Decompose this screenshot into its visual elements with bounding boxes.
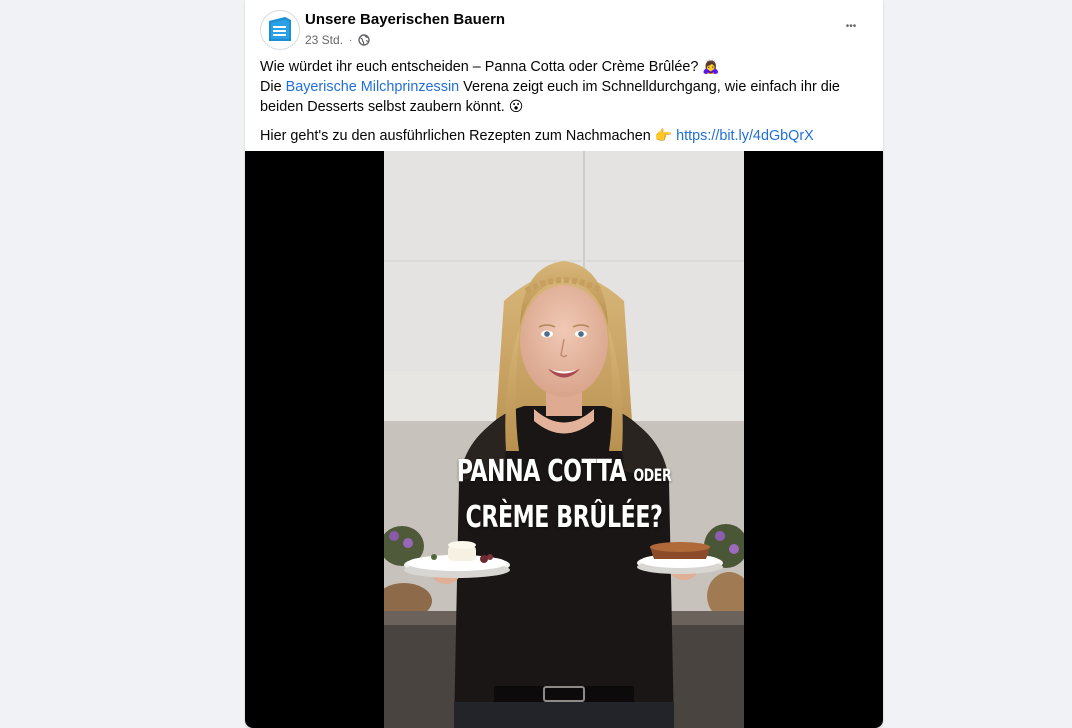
pointing-right-emoji: 👉 [654,126,673,143]
page-avatar[interactable] [260,10,300,50]
overlay-line-2: CRÈME BRÛLÉE? [465,500,663,535]
globe-icon [358,34,371,46]
meta-separator: · [349,34,353,46]
video-player[interactable]: PANNA COTTA ODER CRÈME BRÛLÉE? [245,151,883,728]
person-bowing-emoji: 🙇‍♀️ [702,58,720,74]
facebook-post: Unsere Bayerischen Bauern 23 Std. · ••• … [245,0,883,728]
brand-logo-icon [261,11,299,49]
page-name-link[interactable]: Unsere Bayerischen Bauern [305,11,505,28]
surprised-face-emoji: 😮 [508,98,524,115]
post-line-1: Wie würdet ihr euch entscheiden – Panna … [260,59,699,75]
video-still [384,151,744,728]
post-text: Wie würdet ihr euch entscheiden – Panna … [260,57,868,146]
milchprinzessin-link[interactable]: Bayerische Milchprinzessin [286,79,460,95]
post-timestamp[interactable]: 23 Std. [305,33,343,47]
more-dots-icon: ••• [845,20,857,32]
video-overlay-title: PANNA COTTA ODER CRÈME BRÛLÉE? [384,451,744,539]
overlay-panna-cotta: PANNA COTTA [456,454,627,489]
post-line-3-prefix: Hier geht's zu den ausführlichen Rezepte… [260,127,651,144]
post-meta: 23 Std. · [305,33,371,47]
post-line-2-prefix: Die [260,78,286,95]
post-paragraph-2: Hier geht's zu den ausführlichen Rezepte… [260,126,868,147]
overlay-line-1: PANNA COTTA ODER [416,451,711,497]
recipe-link[interactable]: https://bit.ly/4dGbQrX [676,128,814,144]
post-paragraph-1: Wie würdet ihr euch entscheiden – Panna … [260,57,868,118]
overlay-oder: ODER [633,466,672,486]
more-options-button[interactable]: ••• [835,12,867,40]
video-frame[interactable]: PANNA COTTA ODER CRÈME BRÛLÉE? [384,151,744,728]
